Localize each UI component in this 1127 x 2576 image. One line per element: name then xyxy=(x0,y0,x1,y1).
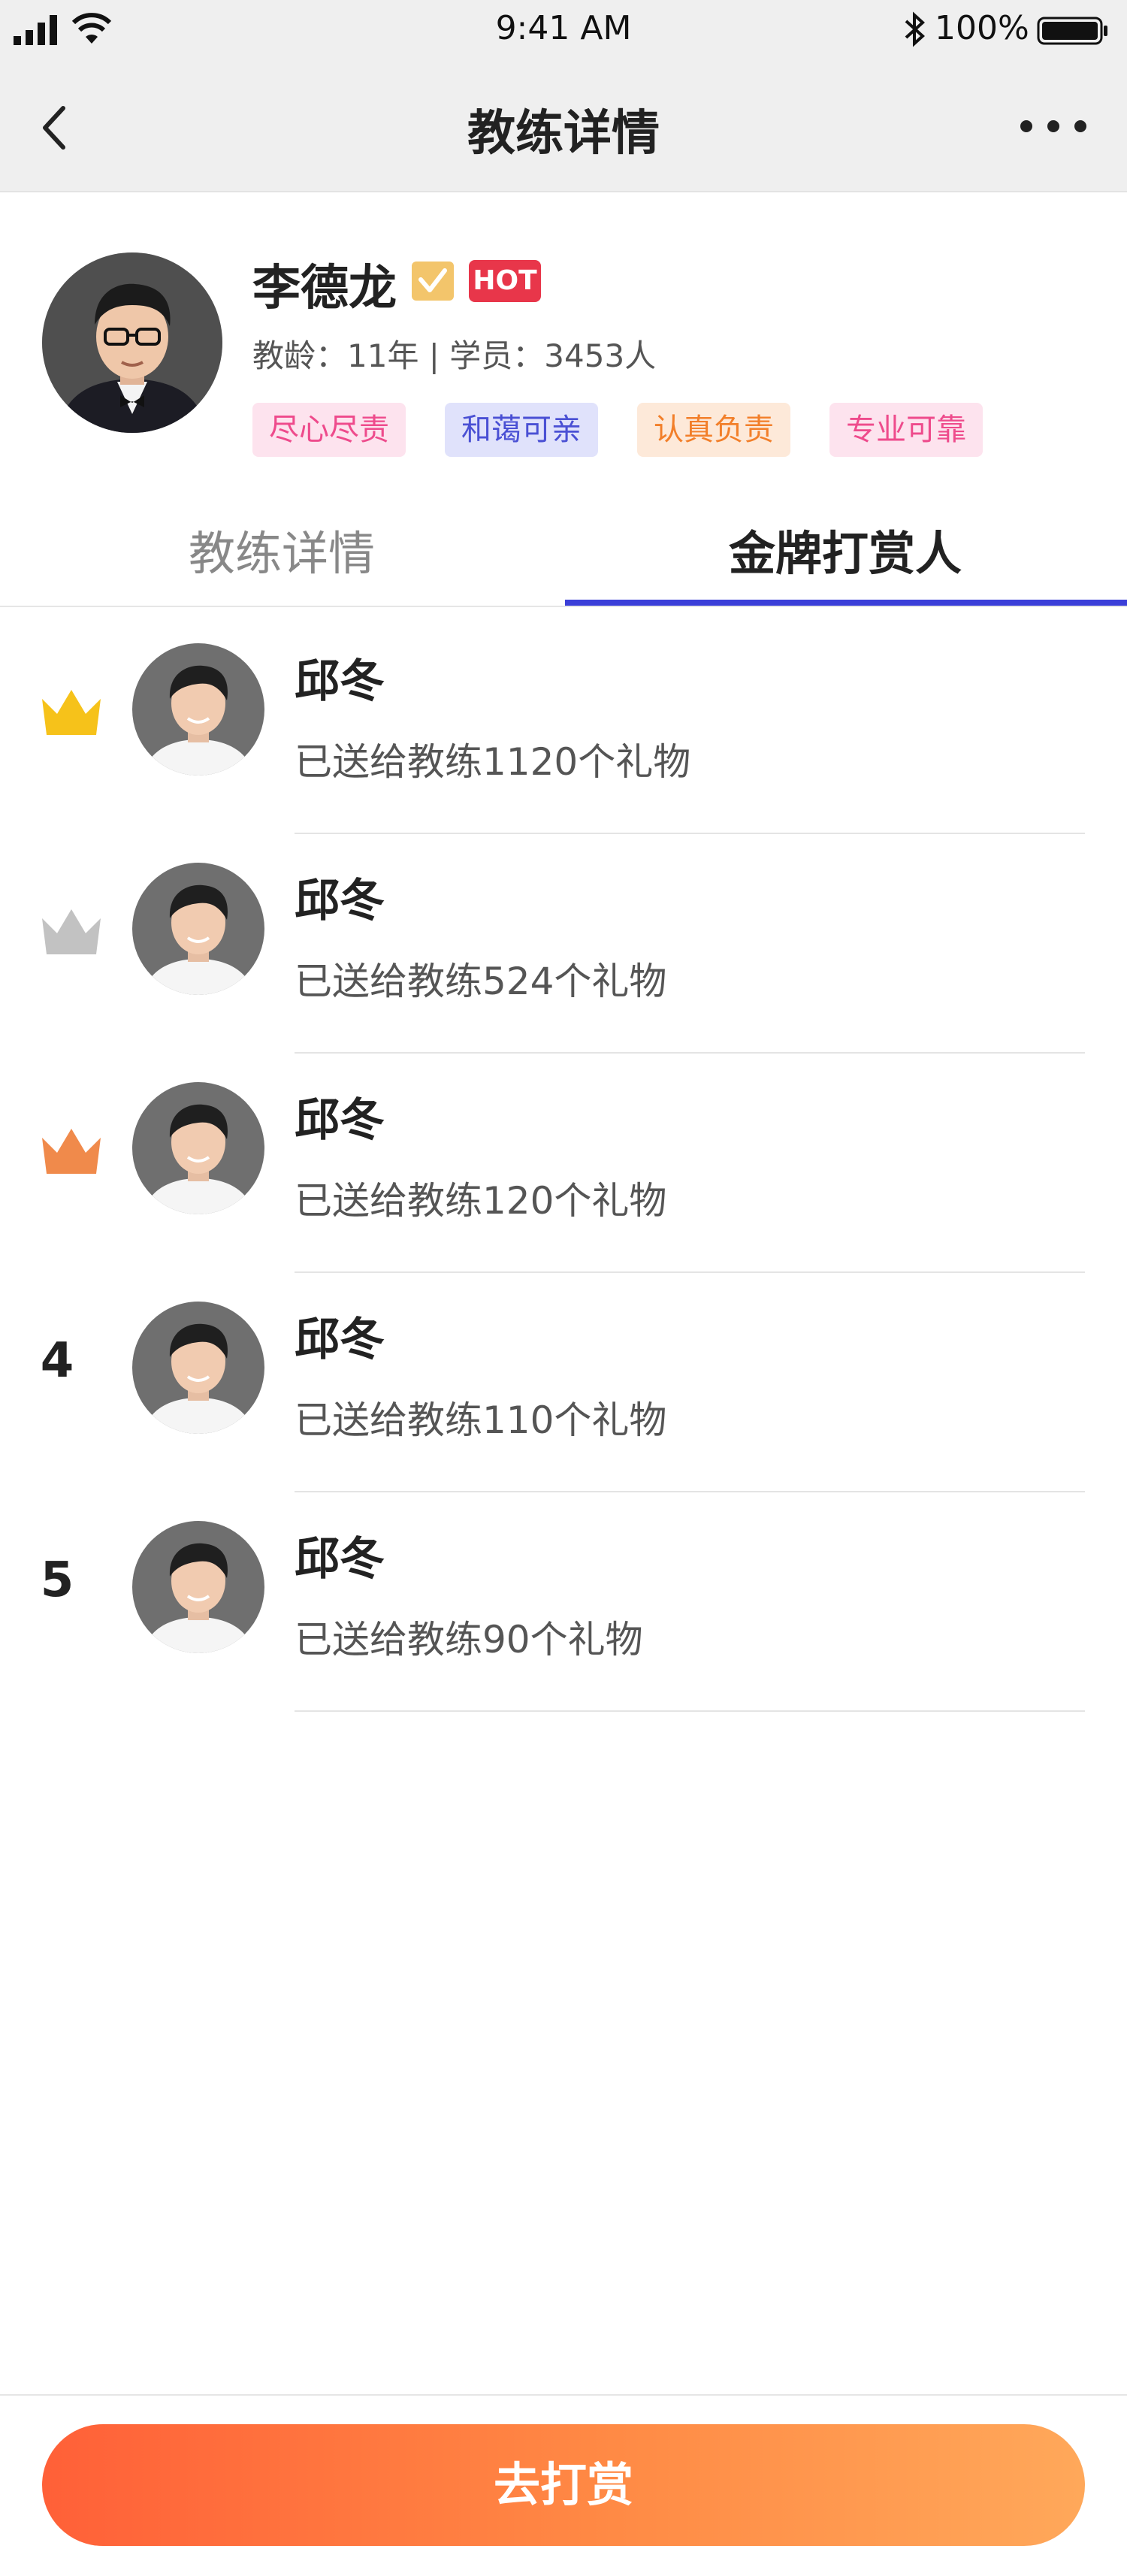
battery-percentage: 100% xyxy=(935,9,1029,47)
bottom-divider xyxy=(0,2394,1127,2396)
rank-number: 5 xyxy=(40,1553,74,1608)
avatar xyxy=(132,1082,264,1214)
gift-count-text: 已送给教练90个礼物 xyxy=(295,1618,643,1661)
page-title: 教练详情 xyxy=(467,106,660,162)
avatar xyxy=(132,643,264,776)
coach-tag: 专业可靠 xyxy=(829,403,983,457)
gift-count-text: 已送给教练110个礼物 xyxy=(295,1398,667,1442)
reward-button[interactable]: 去打赏 xyxy=(42,2424,1085,2546)
coach-name: 李德龙 xyxy=(252,261,397,316)
coach-tag: 和蔼可亲 xyxy=(445,403,598,457)
list-item[interactable]: 5 邱冬 已送给教练90个礼物 xyxy=(0,1492,1127,1712)
bluetooth-icon xyxy=(905,11,925,47)
coach-tag: 尽心尽责 xyxy=(252,403,406,457)
list-item[interactable]: 4 邱冬 已送给教练110个礼物 xyxy=(0,1273,1127,1492)
user-name: 邱冬 xyxy=(295,1314,385,1366)
verified-icon xyxy=(412,262,454,301)
user-name: 邱冬 xyxy=(295,1094,385,1147)
battery-icon xyxy=(1037,17,1107,45)
rank-number: 4 xyxy=(40,1333,74,1389)
list-item[interactable]: 邱冬 已送给教练1120个礼物 xyxy=(0,615,1127,834)
gold-crown-icon xyxy=(42,690,101,735)
avatar xyxy=(132,1521,264,1653)
bronze-crown-icon xyxy=(42,1129,101,1174)
gift-count-text: 已送给教练120个礼物 xyxy=(295,1179,667,1223)
user-name: 邱冬 xyxy=(295,1533,385,1586)
more-options-icon[interactable] xyxy=(1016,111,1091,141)
tab-gold-rewarders[interactable]: 金牌打赏人 xyxy=(564,516,1127,583)
hot-badge: HOT xyxy=(469,260,541,302)
user-name: 邱冬 xyxy=(295,655,385,708)
list-item[interactable]: 邱冬 已送给教练524个礼物 xyxy=(0,834,1127,1054)
list-item[interactable]: 邱冬 已送给教练120个礼物 xyxy=(0,1054,1127,1273)
tab-divider xyxy=(0,606,1127,607)
silver-crown-icon xyxy=(42,909,101,954)
tab-coach-details[interactable]: 教练详情 xyxy=(0,516,564,583)
top-bar: 9:41 AM 100% 教练详情 xyxy=(0,0,1127,192)
gift-count-text: 已送给教练524个礼物 xyxy=(295,960,667,1003)
coach-meta: 教龄：11年 | 学员：3453人 xyxy=(252,337,657,374)
coach-tag: 认真负责 xyxy=(637,403,790,457)
avatar xyxy=(132,863,264,995)
coach-avatar xyxy=(42,252,222,433)
user-name: 邱冬 xyxy=(295,875,385,927)
avatar xyxy=(132,1302,264,1434)
gift-count-text: 已送给教练1120个礼物 xyxy=(295,740,691,784)
active-tab-indicator xyxy=(565,600,1127,606)
row-divider xyxy=(295,1710,1085,1712)
